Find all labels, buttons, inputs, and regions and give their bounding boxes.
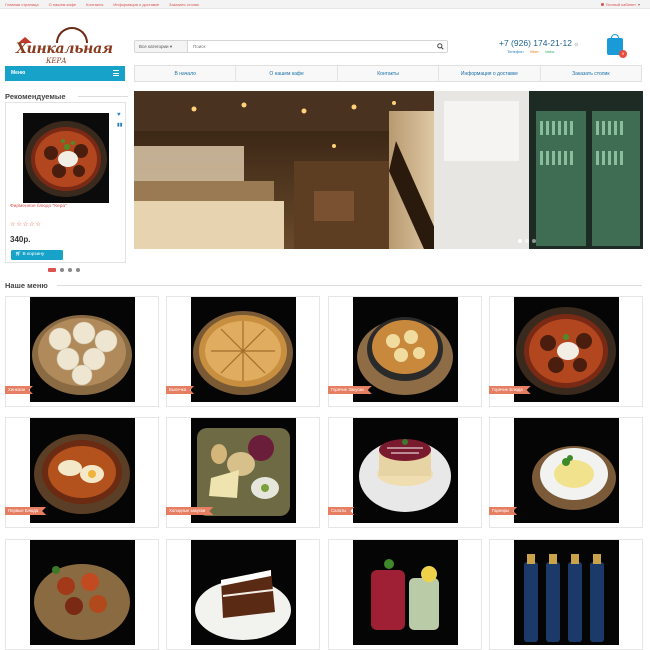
product-price: 340р. xyxy=(10,235,31,244)
category-photo xyxy=(191,297,296,402)
search-button[interactable] xyxy=(433,41,447,52)
category-label: Холодные закуски xyxy=(166,507,213,515)
messenger-link-phone[interactable]: Телефон xyxy=(507,49,524,54)
category-photo xyxy=(30,297,135,402)
add-to-cart-button[interactable]: 🛒︎ В корзину xyxy=(11,250,63,260)
contact-phone[interactable]: +7 (926) 174-21-12 ⊙ xyxy=(499,38,579,48)
phone-number: +7 (926) 174-21-12 xyxy=(499,38,573,48)
pager-dot[interactable] xyxy=(48,268,56,272)
category-photo xyxy=(353,418,458,523)
category-tile-desserts[interactable] xyxy=(166,539,320,650)
nav-item-contacts[interactable]: Контакты xyxy=(338,66,440,81)
recommended-pager xyxy=(48,268,80,272)
hamburger-icon xyxy=(113,70,119,76)
top-link-contacts[interactable]: Контакты xyxy=(86,2,103,7)
category-tile-salads[interactable]: Салаты xyxy=(328,417,482,528)
top-link-home[interactable]: Главная страница xyxy=(5,2,39,7)
site-header: Хинкальная КЕРА Все категории ▾ +7 (926)… xyxy=(0,9,650,67)
main-nav: В начало О нашем кафе Контакты Информаци… xyxy=(134,65,642,82)
account-link[interactable]: Личный кабинет ▾ xyxy=(600,2,640,7)
hero-pager xyxy=(518,239,536,243)
messenger-link-viber[interactable]: Viber xyxy=(530,49,539,54)
account-label: Личный кабинет xyxy=(605,2,636,7)
top-link-about[interactable]: О нашем кафе xyxy=(49,2,77,7)
shopping-bag-icon xyxy=(611,34,619,40)
nav-item-delivery[interactable]: Информация о доставке xyxy=(439,66,541,81)
category-tile-hot-appetizers[interactable]: Горячие Закуски xyxy=(328,296,482,407)
divider xyxy=(57,285,642,286)
nav-item-reserve[interactable]: Заказать столик xyxy=(541,66,641,81)
catalog-menu-button[interactable]: Меню xyxy=(5,66,125,81)
category-photo xyxy=(514,540,619,645)
heart-icon[interactable]: ♥ xyxy=(117,112,121,118)
compare-icon[interactable]: ▮▮ xyxy=(117,122,123,128)
recommended-product-card: ♥ ▮▮ Фирменное блюдо "Кера" ☆☆☆☆☆ 340р. … xyxy=(5,102,126,263)
hero-pager-dot[interactable] xyxy=(525,239,529,243)
category-tile-cold-appetizers[interactable]: Холодные закуски xyxy=(166,417,320,528)
chevron-down-icon: ▾ xyxy=(169,44,173,49)
category-tile-beer[interactable] xyxy=(489,539,643,650)
pager-dot[interactable] xyxy=(60,268,64,272)
pager-dot[interactable] xyxy=(68,268,72,272)
search-input[interactable] xyxy=(188,41,433,52)
help-icon[interactable]: ⊙ xyxy=(574,42,578,48)
category-label: Первые Блюда xyxy=(5,507,46,515)
messenger-links: Телефон Viber Чаты xyxy=(507,49,554,54)
top-link-delivery[interactable]: Информация о доставке xyxy=(113,2,159,7)
nav-item-home[interactable]: В начало xyxy=(135,66,237,81)
user-icon xyxy=(600,3,604,6)
divider xyxy=(78,96,128,97)
category-tile-khinkali[interactable]: Хинкали xyxy=(5,296,159,407)
category-photo xyxy=(514,418,619,523)
cart-button[interactable]: 0 xyxy=(607,34,627,58)
cart-count-badge: 0 xyxy=(619,50,627,58)
add-to-cart-label: В корзину xyxy=(22,252,45,257)
category-label: Выпечка xyxy=(166,386,194,394)
top-links: Главная страница О нашем кафе Контакты И… xyxy=(5,2,199,7)
category-label: Горячие Закуски xyxy=(328,386,372,394)
category-tile-sides[interactable]: Гарниры xyxy=(489,417,643,528)
catalog-menu-label: Меню xyxy=(11,70,26,76)
top-bar: Главная страница О нашем кафе Контакты И… xyxy=(0,0,650,9)
category-label: Салаты xyxy=(328,507,354,515)
category-tile-soups[interactable]: Первые Блюда xyxy=(5,417,159,528)
category-photo xyxy=(30,540,135,645)
search-bar: Все категории ▾ xyxy=(134,40,448,53)
site-logo[interactable]: Хинкальная КЕРА xyxy=(16,27,116,67)
caret-down-icon: ▾ xyxy=(637,2,640,7)
rating-stars[interactable]: ☆☆☆☆☆ xyxy=(10,221,42,228)
search-category-label: Все категории xyxy=(139,44,169,49)
hero-pager-dot[interactable] xyxy=(532,239,536,243)
category-tile-hot-dishes[interactable]: Горячие Блюда xyxy=(489,296,643,407)
pager-dot[interactable] xyxy=(76,268,80,272)
category-photo xyxy=(353,540,458,645)
category-photo xyxy=(191,540,296,645)
category-label: Горячие Блюда xyxy=(489,386,531,394)
logo-wordmark: Хинкальная xyxy=(16,41,113,57)
search-category-select[interactable]: Все категории ▾ xyxy=(135,41,188,52)
search-icon xyxy=(436,43,444,50)
top-link-reserve[interactable]: Заказать столик xyxy=(169,2,199,7)
category-tile-pastry[interactable]: Выпечка xyxy=(166,296,320,407)
hero-slider[interactable] xyxy=(134,91,643,249)
category-label: Гарниры xyxy=(489,507,517,515)
messenger-link-chat[interactable]: Чаты xyxy=(545,49,555,54)
category-tile-drinks[interactable] xyxy=(328,539,482,650)
recommended-title: Рекомендуемые xyxy=(5,92,66,101)
category-label: Хинкали xyxy=(5,386,33,394)
menu-section-title: Наше меню xyxy=(5,281,48,290)
hero-pager-dot[interactable] xyxy=(518,239,522,243)
category-tile-sauces[interactable] xyxy=(5,539,159,650)
nav-item-about[interactable]: О нашем кафе xyxy=(236,66,338,81)
logo-subtitle: КЕРА xyxy=(46,57,67,65)
product-image[interactable] xyxy=(23,113,109,203)
product-name[interactable]: Фирменное блюдо "Кера" xyxy=(10,204,67,209)
cafe-interior-photo xyxy=(134,91,643,249)
